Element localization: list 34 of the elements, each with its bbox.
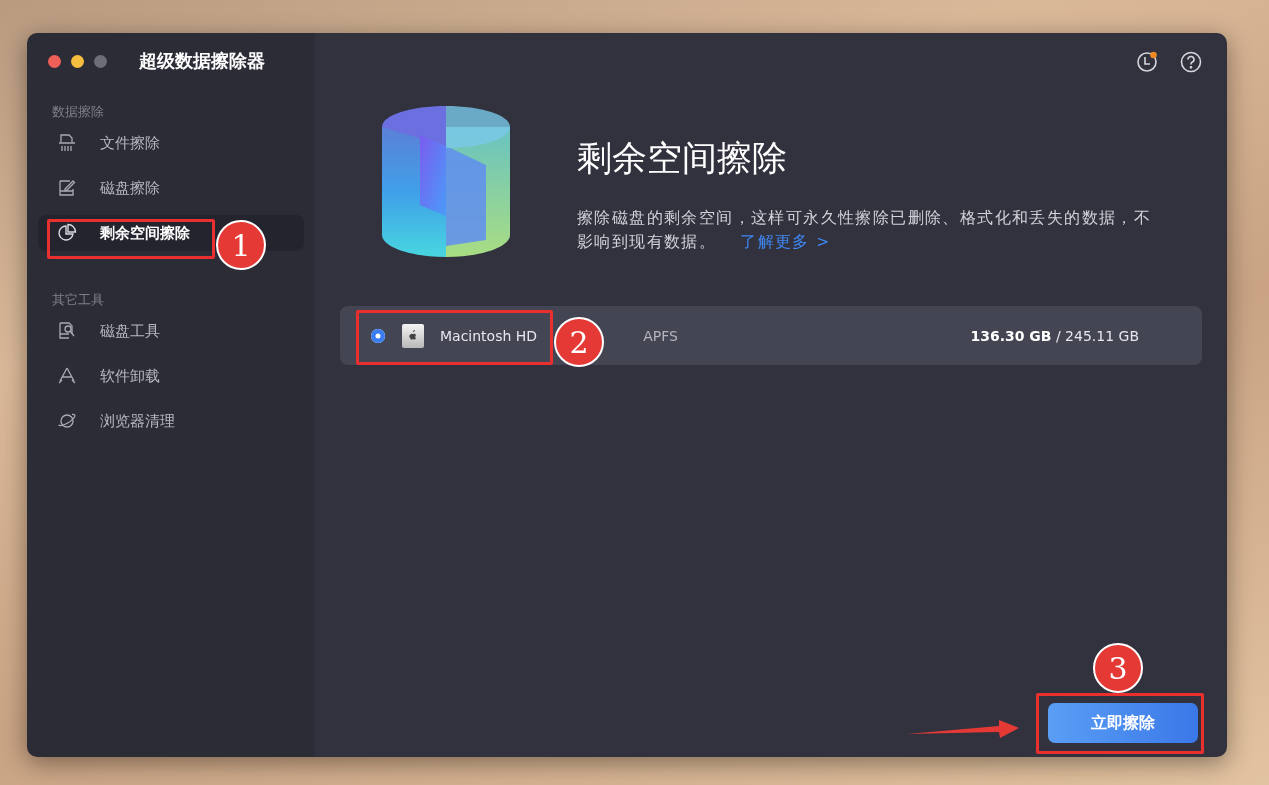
sidebar-item-label: 剩余空间擦除: [100, 223, 190, 243]
page-title: 剩余空间擦除: [577, 137, 788, 180]
sidebar-item[interactable]: 浏览器清理: [38, 403, 179, 439]
sidebar-item[interactable]: 软件卸载: [38, 358, 164, 394]
sidebar-item-icon: [57, 321, 77, 341]
sidebar-item-icon: [57, 178, 77, 198]
window-title: 超级数据擦除器: [139, 49, 265, 73]
hard-drive-icon: [401, 322, 425, 349]
drive-name: Macintosh HD: [440, 327, 538, 344]
sidebar-item-label: 磁盘擦除: [100, 178, 160, 198]
learn-more-link[interactable]: 了解更多 >: [740, 233, 831, 251]
sidebar-item-icon: [57, 411, 77, 431]
sidebar-item-label: 软件卸载: [100, 366, 160, 386]
minimize-window-button[interactable]: [71, 54, 84, 68]
section-heading: 数据擦除: [51, 103, 105, 121]
drive-format: APFS: [642, 327, 678, 344]
description-text: 擦除磁盘的剩余空间，这样可永久性擦除已删除、格式化和丢失的数据，不影响到现有数据。 了解更多 >: [577, 208, 1153, 253]
sidebar-item-label: 磁盘工具: [100, 321, 160, 341]
zoom-window-button[interactable]: [94, 54, 107, 68]
sidebar-item-icon: [57, 133, 77, 153]
sidebar-item[interactable]: 剩余空间擦除: [38, 215, 194, 251]
drive-capacity: 136.30 GB / 245.11 GB: [970, 327, 1139, 344]
section-heading: 其它工具: [51, 291, 105, 309]
sidebar-item[interactable]: 文件擦除: [38, 125, 164, 161]
sidebar-item-icon: [57, 366, 77, 386]
close-window-button[interactable]: [48, 54, 61, 68]
sidebar-item-label: 文件擦除: [100, 133, 160, 153]
history-button[interactable]: [1136, 51, 1158, 73]
sidebar-item[interactable]: 磁盘擦除: [38, 170, 164, 206]
radio-button[interactable]: [371, 328, 385, 343]
sidebar-item[interactable]: 磁盘工具: [38, 313, 164, 349]
help-icon[interactable]: [1180, 51, 1202, 73]
sidebar-item-label: 浏览器清理: [100, 411, 175, 431]
sidebar-item-icon: [57, 223, 77, 243]
